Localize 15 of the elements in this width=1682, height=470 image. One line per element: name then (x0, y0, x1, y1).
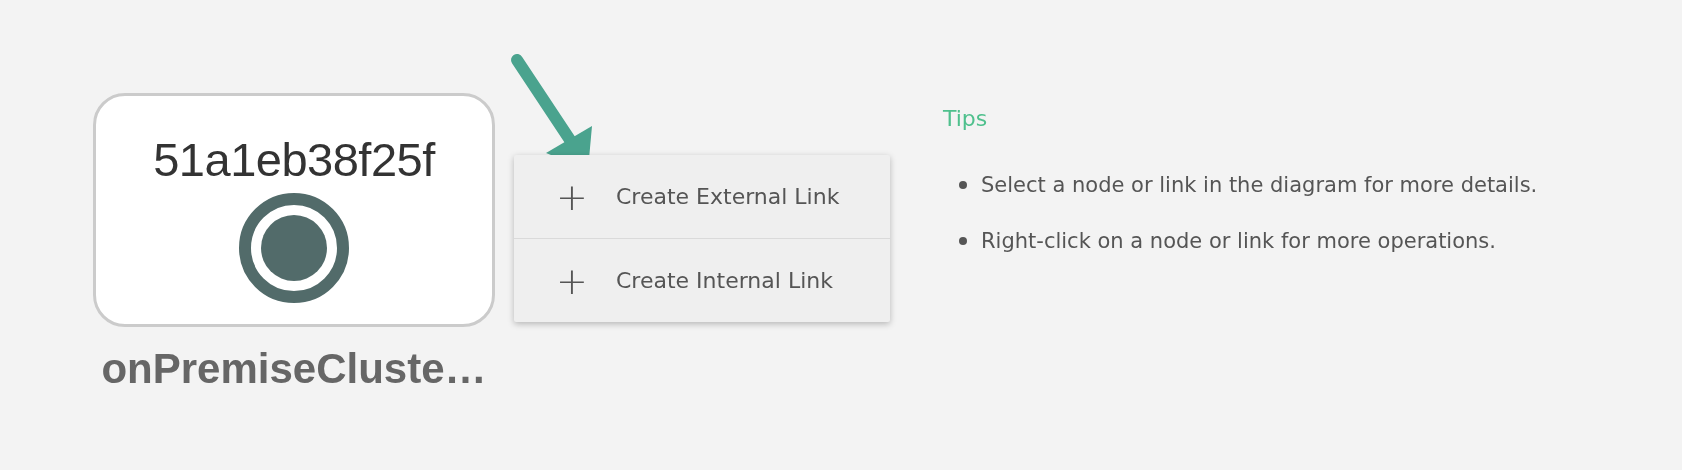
plus-icon: + (556, 177, 586, 216)
tips-title: Tips (943, 106, 989, 131)
menu-item-label: Create Internal Link (616, 268, 833, 293)
tip-text: Right-click on a node or link for more operations. (981, 229, 1496, 253)
diagram-node[interactable]: 51a1eb38f25f (93, 93, 495, 327)
node-title: 51a1eb38f25f (153, 134, 435, 186)
target-icon (238, 191, 350, 304)
node-label: onPremiseCluste… (100, 345, 488, 393)
bullet-icon (959, 181, 967, 189)
menu-item-label: Create External Link (616, 184, 840, 209)
bullet-icon (959, 237, 967, 245)
tip-text: Select a node or link in the diagram for more details. (981, 173, 1538, 197)
plus-icon: + (556, 261, 586, 300)
menu-item[interactable]: + Create External Link (514, 155, 890, 238)
menu-item[interactable]: + Create Internal Link (514, 238, 890, 322)
